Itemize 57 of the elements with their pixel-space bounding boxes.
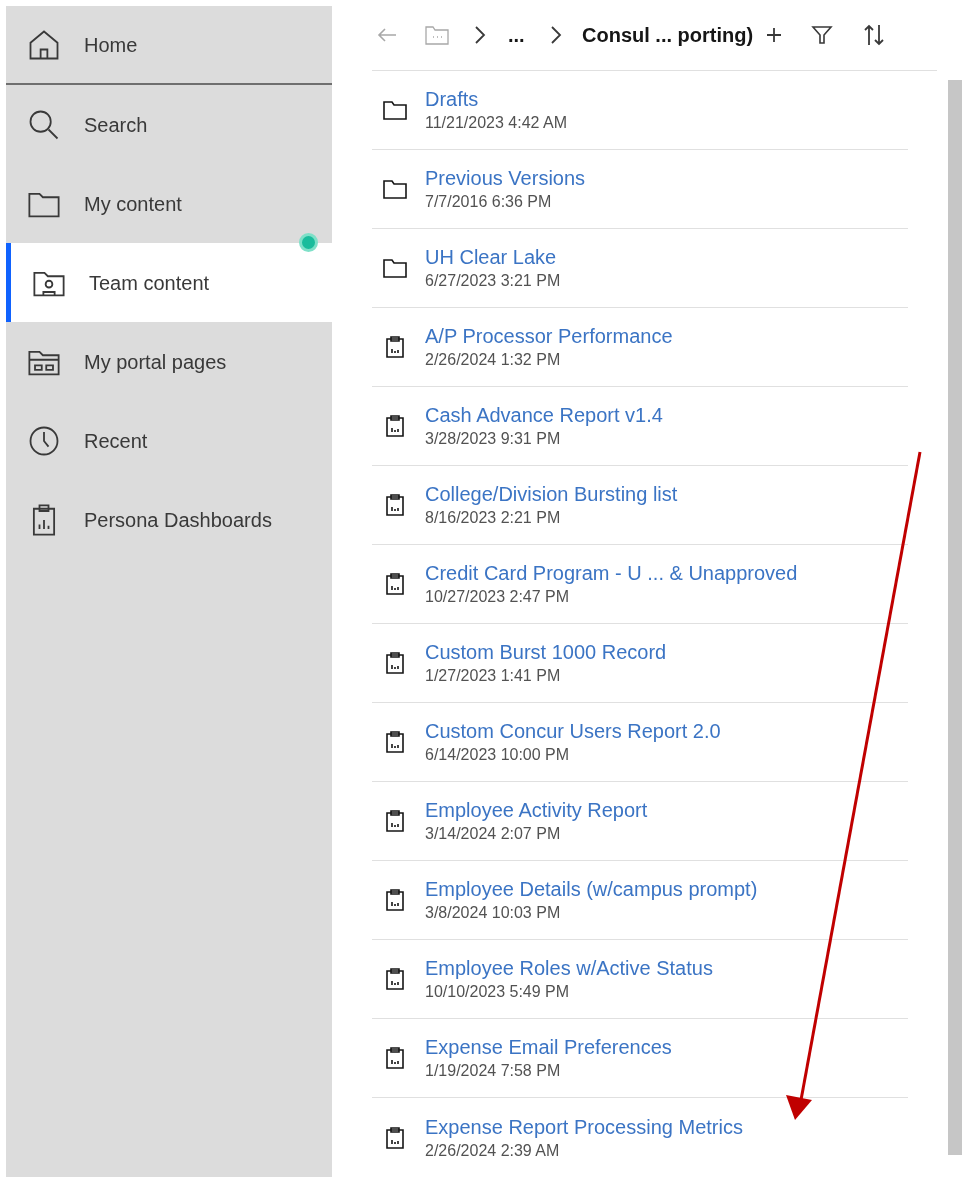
clipboard-chart-icon (384, 888, 406, 912)
clipboard-chart-icon (384, 1046, 406, 1070)
folder-icon (382, 178, 408, 200)
clipboard-chart-icon (384, 967, 406, 991)
modified-date: 3/28/2023 9:31 PM (425, 429, 562, 449)
item-link[interactable]: Expense Report Processing Metrics (425, 1113, 743, 1140)
item-link[interactable]: Previous Versions (425, 165, 586, 191)
clipboard-chart-icon (384, 493, 406, 517)
filter-icon[interactable] (811, 24, 834, 46)
scrollbar[interactable] (948, 80, 962, 1155)
modified-date: 7/7/2016 6:36 PM (425, 192, 553, 212)
item-link[interactable]: College/Division Bursting list (425, 481, 678, 507)
item-link[interactable]: Custom Concur Users Report 2.0 (425, 718, 721, 744)
item-link[interactable]: Expense Email Preferences (425, 1034, 672, 1060)
modified-date: 2/26/2024 2:39 AM (425, 1140, 561, 1161)
clipboard-chart-icon (384, 572, 406, 596)
nav-item[interactable]: My content (6, 164, 332, 243)
item-link[interactable]: Custom Burst 1000 Record (425, 639, 667, 665)
item-link[interactable]: Employee Details (w/campus prompt) (425, 876, 758, 902)
modified-date: 8/16/2023 2:21 PM (425, 508, 562, 528)
modified-date: 10/10/2023 5:49 PM (425, 982, 571, 1002)
item-link[interactable]: Credit Card Program - U ... & Unapproved (425, 560, 798, 586)
plus-icon[interactable] (765, 26, 784, 44)
folder-icon (382, 257, 408, 279)
nav-item[interactable]: My portal pages (6, 322, 332, 401)
item-link[interactable]: Drafts (425, 86, 568, 112)
item-link[interactable]: Employee Roles w/Active Status (425, 955, 713, 981)
chevron-icon (474, 25, 486, 45)
nav-item[interactable]: Search (6, 85, 332, 164)
clipboard-chart-icon (384, 730, 406, 754)
modified-date: 6/27/2023 3:21 PM (425, 271, 561, 291)
clipboard-chart-icon (384, 809, 406, 833)
modified-date: 2/26/2024 1:32 PM (425, 350, 562, 370)
folder-icon (382, 99, 408, 121)
clipboard-chart-icon (384, 414, 406, 438)
nav-item[interactable]: Home (6, 6, 332, 85)
clipboard-chart-icon (384, 1125, 406, 1150)
nav-item[interactable]: Team content (6, 243, 332, 322)
modified-date: 10/27/2023 2:47 PM (425, 587, 571, 607)
nav-item[interactable]: Recent (6, 401, 332, 480)
chevron-icon (550, 25, 562, 45)
breadcrumb-link[interactable]: Consul ... porting) (582, 20, 754, 50)
modified-date: 6/14/2023 10:00 PM (425, 745, 571, 765)
item-link[interactable]: A/P Processor Performance (425, 323, 673, 349)
sort-icon[interactable] (863, 23, 886, 47)
modified-date: 11/21/2023 4:42 AM (425, 113, 568, 133)
modified-date: 3/14/2024 2:07 PM (425, 824, 562, 844)
modified-date: 3/8/2024 10:03 PM (425, 903, 562, 923)
item-link[interactable]: Cash Advance Report v1.4 (425, 402, 663, 428)
modified-date: 1/27/2023 1:41 PM (425, 666, 562, 686)
clipboard-chart-icon (384, 335, 406, 359)
item-link[interactable]: UH Clear Lake (425, 244, 561, 270)
nav-item[interactable]: Persona Dashboards (6, 480, 332, 559)
clipboard-chart-icon (384, 651, 406, 675)
item-link[interactable]: Employee Activity Report (425, 797, 648, 823)
modified-date: 1/19/2024 7:58 PM (425, 1061, 562, 1081)
breadcrumb-link[interactable]: ... (508, 20, 538, 50)
